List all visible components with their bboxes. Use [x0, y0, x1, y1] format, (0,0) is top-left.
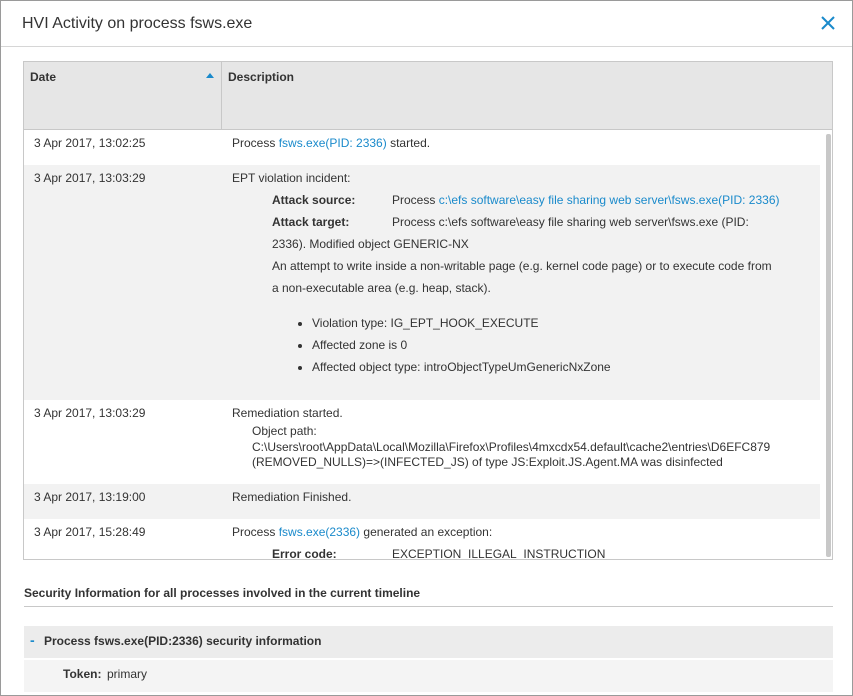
- row-description: Remediation started. Object path: C:\Use…: [232, 402, 820, 471]
- row-date: 3 Apr 2017, 13:02:25: [34, 136, 146, 150]
- row-date: 3 Apr 2017, 13:03:29: [34, 171, 146, 185]
- column-header-description[interactable]: Description: [222, 62, 832, 129]
- desc-suffix: generated an exception:: [360, 525, 493, 539]
- row-date: 3 Apr 2017, 13:03:29: [34, 406, 146, 420]
- attack-source-row: Attack source: Process c:\efs software\e…: [272, 189, 820, 211]
- desc-suffix: started.: [386, 136, 431, 150]
- remediation-title: Remediation started.: [232, 406, 343, 420]
- object-path-line2: (REMOVED_NULLS)=>(INFECTED_JS) of type J…: [252, 455, 723, 469]
- exception-line: Process fsws.exe(2336) generated an exce…: [232, 521, 820, 543]
- attack-target-line2: 2336). Modified object GENERIC-NX: [272, 237, 469, 251]
- row-description: Remediation Finished.: [232, 490, 352, 504]
- attack-target-label: Attack target:: [272, 215, 350, 229]
- list-item: Affected zone is 0: [312, 334, 820, 356]
- grid-body: 3 Apr 2017, 13:02:25 Process fsws.exe(PI…: [24, 131, 820, 559]
- incident-title: EPT violation incident:: [232, 171, 351, 185]
- attack-source-link[interactable]: c:\efs software\easy file sharing web se…: [439, 193, 780, 207]
- table-row: 3 Apr 2017, 13:03:29 EPT violation incid…: [24, 165, 820, 400]
- incident-details: Attack source: Process c:\efs software\e…: [232, 189, 820, 378]
- list-item: Affected object type: introObjectTypeUmG…: [312, 356, 820, 378]
- sort-ascending-icon[interactable]: [206, 73, 214, 78]
- row-description: Process fsws.exe(PID: 2336) started.: [232, 132, 820, 154]
- attack-target-row: Attack target: Process c:\efs software\e…: [272, 211, 820, 233]
- activity-grid: Date Description 3 Apr 2017, 13:02:25 Pr…: [23, 61, 833, 560]
- row-date: 3 Apr 2017, 13:19:00: [34, 490, 146, 504]
- object-path-block: Object path: C:\Users\root\AppData\Local…: [232, 424, 820, 471]
- grid-header: Date Description: [24, 62, 832, 130]
- collapse-toggle-icon[interactable]: -: [30, 632, 35, 648]
- attack-source-prefix: Process: [392, 193, 439, 207]
- column-header-description-label: Description: [228, 70, 295, 84]
- incident-message-line2: a non-executable area (e.g. heap, stack)…: [272, 281, 491, 295]
- error-code-row: Error code: EXCEPTION_ILLEGAL_INSTRUCTIO…: [232, 543, 820, 559]
- object-path-line1: C:\Users\root\AppData\Local\Mozilla\Fire…: [252, 439, 771, 454]
- desc-prefix: Process: [232, 136, 279, 150]
- attack-source-value: Process c:\efs software\easy file sharin…: [392, 189, 780, 211]
- process-link[interactable]: fsws.exe(PID: 2336): [279, 136, 387, 150]
- hvi-activity-dialog: HVI Activity on process fsws.exe Date De…: [0, 0, 853, 696]
- token-value: primary: [107, 667, 148, 681]
- incident-message-line1: An attempt to write inside a non-writabl…: [272, 259, 772, 273]
- token-row: Token: primary: [24, 660, 833, 692]
- process-security-header[interactable]: - Process fsws.exe(PID:2336) security in…: [24, 626, 833, 658]
- column-header-date-label: Date: [30, 70, 57, 84]
- row-description: EPT violation incident: Attack source: P…: [232, 167, 820, 378]
- row-description: Process fsws.exe(2336) generated an exce…: [232, 521, 820, 559]
- token-label: Token:: [63, 667, 102, 681]
- object-path-label: Object path:: [252, 424, 317, 438]
- process-security-title: Process fsws.exe(PID:2336) security info…: [44, 634, 322, 648]
- attack-source-label: Attack source:: [272, 193, 356, 207]
- dialog-header: HVI Activity on process fsws.exe: [1, 1, 852, 47]
- error-code-label: Error code:: [272, 547, 337, 559]
- row-date: 3 Apr 2017, 15:28:49: [34, 525, 146, 539]
- table-row: 3 Apr 2017, 13:19:00 Remediation Finishe…: [24, 484, 820, 519]
- attack-target-line1: Process c:\efs software\easy file sharin…: [392, 215, 749, 229]
- security-section-title: Security Information for all processes i…: [24, 586, 421, 600]
- grid-scrollbar-thumb[interactable]: [826, 134, 831, 557]
- incident-bullet-list: Violation type: IG_EPT_HOOK_EXECUTE Affe…: [272, 312, 820, 378]
- error-code-value: EXCEPTION_ILLEGAL_INSTRUCTION: [392, 547, 606, 559]
- desc-prefix: Process: [232, 525, 279, 539]
- list-item: Violation type: IG_EPT_HOOK_EXECUTE: [312, 312, 820, 334]
- table-row: 3 Apr 2017, 13:02:25 Process fsws.exe(PI…: [24, 131, 820, 165]
- dialog-title: HVI Activity on process fsws.exe: [22, 15, 253, 32]
- process-link[interactable]: fsws.exe(2336): [279, 525, 360, 539]
- column-header-date[interactable]: Date: [24, 62, 222, 129]
- close-icon[interactable]: [818, 13, 838, 33]
- table-row: 3 Apr 2017, 15:28:49 Process fsws.exe(23…: [24, 519, 820, 559]
- table-row: 3 Apr 2017, 13:03:29 Remediation started…: [24, 400, 820, 484]
- section-divider: [24, 606, 833, 607]
